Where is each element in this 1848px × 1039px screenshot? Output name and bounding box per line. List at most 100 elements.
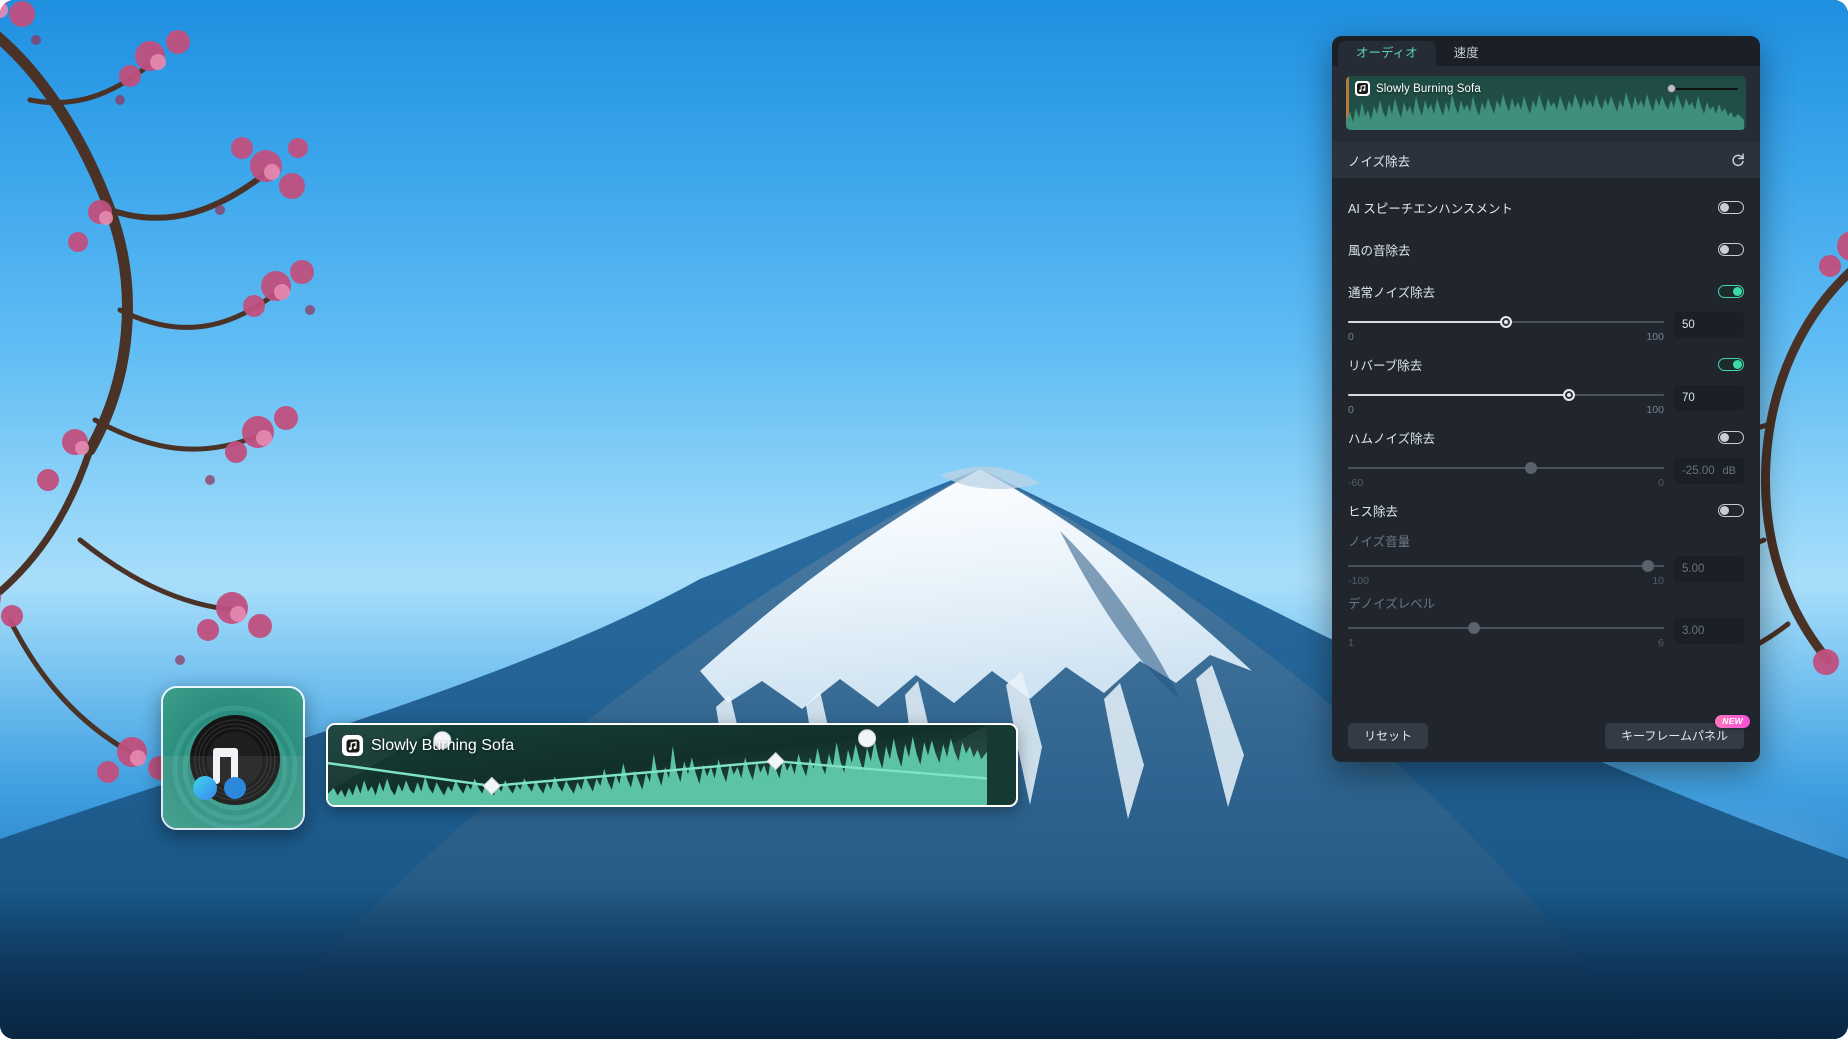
- row-wind-noise-removal: 風の音除去: [1348, 234, 1744, 264]
- value-unit: dB: [1722, 465, 1736, 477]
- section-title: ノイズ除去: [1348, 154, 1411, 169]
- scrubber-track: [1675, 88, 1738, 90]
- label-wind-noise-removal: 風の音除去: [1348, 243, 1411, 258]
- preview-clip-title: Slowly Burning Sofa: [1355, 81, 1481, 96]
- range-labels-normal-noise-removal: 0 100: [1348, 331, 1664, 343]
- toggle-normal-noise-removal[interactable]: [1718, 284, 1744, 298]
- slider-knob[interactable]: [1525, 462, 1538, 474]
- timeline-audio-clip[interactable]: Slowly Burning Sofa: [326, 723, 1018, 807]
- row-reverb-removal: リバーブ除去: [1348, 349, 1744, 379]
- value-noise-volume[interactable]: 5.00: [1674, 556, 1744, 582]
- value-text: -25.00: [1682, 465, 1715, 477]
- panel-footer: リセット キーフレームパネル NEW: [1332, 710, 1760, 762]
- toggle-knob: [1720, 505, 1729, 515]
- music-note-icon: [342, 735, 363, 756]
- value-text: 3.00: [1682, 625, 1705, 637]
- toggle-knob: [1733, 359, 1742, 369]
- range-labels-hum-noise-removal: -60 0: [1348, 477, 1664, 489]
- slider-block-denoise-level: 1 6 3.00: [1348, 616, 1744, 649]
- range-max: 6: [1658, 637, 1664, 649]
- slider-fill: [1348, 467, 1532, 469]
- label-denoise-level: デノイズレベル: [1348, 597, 1436, 611]
- label-hiss-removal: ヒス除去: [1348, 504, 1399, 519]
- row-hum-noise-removal: ハムノイズ除去: [1348, 422, 1744, 452]
- clip-title-text: Slowly Burning Sofa: [371, 736, 515, 754]
- clip-title: Slowly Burning Sofa: [342, 735, 514, 756]
- new-badge: NEW: [1715, 715, 1750, 728]
- audio-properties-panel: オーディオ 速度 Slowly Burning Sofa ノイズ除去 AI スピ…: [1332, 36, 1760, 762]
- toggle-knob: [1720, 202, 1729, 212]
- range-max: 0: [1658, 477, 1664, 489]
- range-min: -100: [1348, 575, 1370, 587]
- clip-preview-container: Slowly Burning Sofa: [1332, 66, 1760, 142]
- slider-denoise-level[interactable]: [1348, 620, 1664, 636]
- forest-foreground: [0, 889, 1848, 1039]
- toggle-hiss-removal[interactable]: [1718, 503, 1744, 517]
- vinyl-record-icon: [163, 688, 303, 828]
- toggle-knob: [1720, 432, 1729, 442]
- album-art-thumbnail[interactable]: [161, 686, 305, 830]
- keyframe-panel-button-wrap: キーフレームパネル NEW: [1605, 715, 1750, 749]
- tab-speed[interactable]: 速度: [1436, 41, 1497, 67]
- value-hum-noise-removal[interactable]: -25.00 dB: [1674, 458, 1744, 484]
- range-min: 1: [1348, 637, 1354, 649]
- slider-block-hum-noise-removal: -60 0 -25.00 dB: [1348, 456, 1744, 489]
- slider-hum-noise-removal[interactable]: [1348, 460, 1664, 476]
- slider-block-noise-volume: -100 10 5.00: [1348, 554, 1744, 587]
- value-normal-noise-removal[interactable]: 50: [1674, 312, 1744, 338]
- slider-fill: [1348, 627, 1475, 629]
- label-reverb-removal: リバーブ除去: [1348, 358, 1423, 373]
- toggle-reverb-removal[interactable]: [1718, 357, 1744, 371]
- slider-reverb-removal[interactable]: [1348, 387, 1664, 403]
- row-hiss-removal: ヒス除去: [1348, 495, 1744, 525]
- range-labels-noise-volume: -100 10: [1348, 575, 1664, 587]
- row-normal-noise-removal: 通常ノイズ除去: [1348, 276, 1744, 306]
- range-labels-reverb-removal: 0 100: [1348, 404, 1664, 416]
- slider-fill: [1348, 394, 1570, 396]
- slider-block-reverb-removal: 0 100 70: [1348, 383, 1744, 416]
- value-reverb-removal[interactable]: 70: [1674, 385, 1744, 411]
- range-max: 100: [1646, 331, 1664, 343]
- scrubber-knob[interactable]: [1667, 84, 1676, 93]
- reset-arrow-icon[interactable]: [1730, 152, 1746, 168]
- label-noise-volume: ノイズ音量: [1348, 535, 1411, 549]
- label-ai-speech-enhancement: AI スピーチエンハンスメント: [1348, 201, 1514, 216]
- panel-tabbar: オーディオ 速度: [1332, 36, 1760, 66]
- value-text: 50: [1682, 319, 1695, 331]
- toggle-knob: [1720, 244, 1729, 254]
- range-labels-denoise-level: 1 6: [1348, 637, 1664, 649]
- toggle-ai-speech-enhancement[interactable]: [1718, 200, 1744, 214]
- range-min: 0: [1348, 404, 1354, 416]
- slider-fill: [1348, 321, 1506, 323]
- slider-noise-volume[interactable]: [1348, 558, 1664, 574]
- tab-audio[interactable]: オーディオ: [1338, 40, 1436, 66]
- toggle-hum-noise-removal[interactable]: [1718, 430, 1744, 444]
- value-denoise-level[interactable]: 3.00: [1674, 618, 1744, 644]
- clip-preview[interactable]: Slowly Burning Sofa: [1346, 76, 1746, 130]
- noise-removal-section-header: ノイズ除去: [1332, 142, 1760, 178]
- reset-button[interactable]: リセット: [1348, 723, 1429, 749]
- panel-scroll-body[interactable]: AI スピーチエンハンスメント 風の音除去 通常ノイズ除去 0 100 50 リ…: [1332, 178, 1760, 710]
- preview-scrubber[interactable]: [1667, 84, 1738, 93]
- app-window: Slowly Burning Sofa オーディオ 速度 Slowly Burn…: [0, 0, 1848, 1039]
- slider-knob[interactable]: [1468, 622, 1481, 634]
- slider-knob[interactable]: [1563, 389, 1576, 401]
- range-min: -60: [1348, 477, 1364, 489]
- toggle-wind-noise-removal[interactable]: [1718, 242, 1744, 256]
- preview-clip-title-text: Slowly Burning Sofa: [1376, 82, 1481, 95]
- slider-fill: [1348, 565, 1649, 567]
- label-hum-noise-removal: ハムノイズ除去: [1348, 431, 1436, 446]
- slider-knob[interactable]: [1500, 316, 1512, 328]
- slider-knob[interactable]: [1642, 560, 1655, 572]
- label-normal-noise-removal: 通常ノイズ除去: [1348, 285, 1436, 300]
- row-ai-speech-enhancement: AI スピーチエンハンスメント: [1348, 192, 1744, 222]
- slider-block-normal-noise-removal: 0 100 50: [1348, 310, 1744, 343]
- preview-waveform: [1346, 92, 1744, 130]
- toggle-knob: [1733, 286, 1742, 296]
- value-text: 5.00: [1682, 563, 1705, 575]
- range-min: 0: [1348, 331, 1354, 343]
- music-note-icon: [1355, 81, 1370, 96]
- range-max: 10: [1652, 575, 1664, 587]
- slider-normal-noise-removal[interactable]: [1348, 314, 1664, 330]
- value-text: 70: [1682, 392, 1695, 404]
